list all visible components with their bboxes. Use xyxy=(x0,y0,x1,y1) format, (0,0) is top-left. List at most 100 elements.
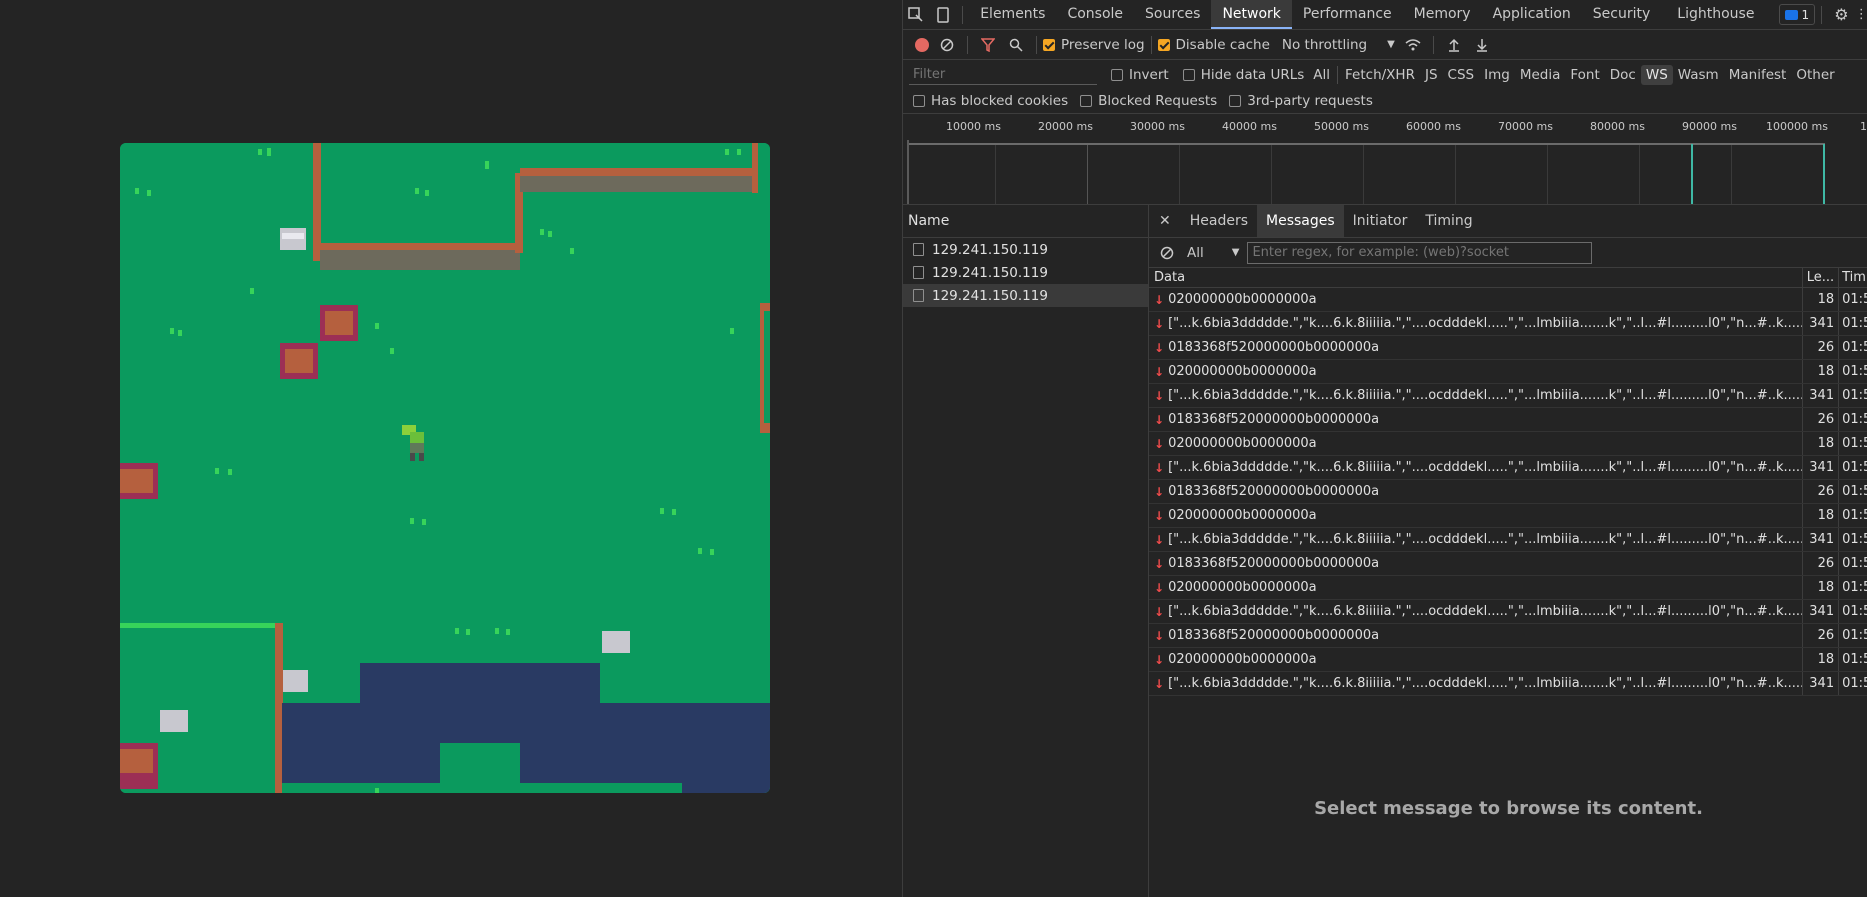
timeline-selection[interactable] xyxy=(907,143,1825,145)
message-row[interactable]: ↓0183368f520000000b0000000a2601:5 xyxy=(1149,408,1867,432)
filter-type-css[interactable]: CSS xyxy=(1443,65,1480,85)
tab-messages[interactable]: Messages xyxy=(1257,205,1344,237)
chevron-down-icon[interactable]: ▼ xyxy=(1387,39,1395,50)
message-data: ↓ 0183368f520000000b0000000a xyxy=(1149,408,1804,431)
issues-badge[interactable]: 1 xyxy=(1779,4,1816,25)
throttling-select[interactable]: No throttling xyxy=(1282,37,1367,53)
request-row[interactable]: 129.241.150.119 xyxy=(903,261,1148,284)
tab-console[interactable]: Console xyxy=(1056,0,1134,29)
message-icon xyxy=(1785,9,1799,20)
network-conditions-icon[interactable] xyxy=(1399,31,1427,59)
filter-type-js[interactable]: JS xyxy=(1420,65,1443,85)
more-options-icon[interactable]: ⋮ xyxy=(1855,1,1867,29)
timeline-tick: 30000 ms xyxy=(1130,120,1185,133)
filter-input[interactable] xyxy=(909,64,1097,85)
chevron-down-icon[interactable]: ▼ xyxy=(1232,247,1240,258)
message-row[interactable]: ↓ ["...k.6bia3ddddde.","k....6.k.8iiiiia.… xyxy=(1149,312,1867,336)
timeline-tick: 50000 ms xyxy=(1314,120,1369,133)
filter-type-all[interactable]: All xyxy=(1308,65,1335,85)
tab-network[interactable]: Network xyxy=(1211,0,1292,29)
third-party-requests-checkbox[interactable] xyxy=(1229,95,1242,107)
message-time: 01:5 xyxy=(1842,556,1867,571)
arrow-down-icon: ↓ xyxy=(1154,460,1165,475)
tab-security[interactable]: Security xyxy=(1582,0,1662,29)
message-row[interactable]: ↓0183368f520000000b0000000a2601:5 xyxy=(1149,552,1867,576)
message-data: ↓ 0183368f520000000b0000000a xyxy=(1149,552,1804,575)
name-column-header[interactable]: Name xyxy=(903,205,1148,238)
message-row[interactable]: ↓020000000b0000000a1801:5 xyxy=(1149,504,1867,528)
filter-type-font[interactable]: Font xyxy=(1565,65,1604,85)
messages-table-header: Data Le... Tim xyxy=(1149,268,1867,288)
arrow-down-icon: ↓ xyxy=(1154,412,1165,427)
has-blocked-cookies-checkbox[interactable] xyxy=(913,95,925,107)
websocket-file-icon xyxy=(913,289,924,302)
tab-initiator[interactable]: Initiator xyxy=(1344,205,1417,237)
tab-timing[interactable]: Timing xyxy=(1416,205,1481,237)
message-row[interactable]: ↓ ["...k.6bia3ddddde.","k....6.k.8iiiiia.… xyxy=(1149,528,1867,552)
tab-elements[interactable]: Elements xyxy=(969,0,1056,29)
arrow-down-icon: ↓ xyxy=(1154,676,1165,691)
has-blocked-cookies-label: Has blocked cookies xyxy=(931,93,1069,109)
message-row[interactable]: ↓ ["...k.6bia3ddddde.","k....6.k.8iiiiia.… xyxy=(1149,600,1867,624)
tab-lighthouse[interactable]: Lighthouse xyxy=(1661,0,1765,29)
invert-checkbox[interactable] xyxy=(1111,68,1123,81)
message-row[interactable]: ↓ ["...k.6bia3ddddde.","k....6.k.8iiiiia.… xyxy=(1149,384,1867,408)
export-har-icon[interactable] xyxy=(1468,31,1496,59)
game-canvas[interactable] xyxy=(120,143,770,793)
close-icon[interactable]: ✕ xyxy=(1149,205,1181,237)
filter-type-other[interactable]: Other xyxy=(1791,65,1839,85)
clear-messages-icon[interactable] xyxy=(1153,239,1181,267)
arrow-down-icon: ↓ xyxy=(1154,628,1165,643)
message-time: 01:5 xyxy=(1842,388,1867,403)
tab-application[interactable]: Application xyxy=(1482,0,1582,29)
message-length: 341 xyxy=(1803,384,1840,407)
inspect-element-icon[interactable] xyxy=(903,1,930,29)
issues-count: 1 xyxy=(1801,7,1810,22)
hide-data-urls-checkbox[interactable] xyxy=(1182,68,1195,81)
blocked-requests-checkbox[interactable] xyxy=(1080,95,1093,107)
record-button[interactable] xyxy=(915,37,929,52)
gear-icon[interactable]: ⚙ xyxy=(1828,1,1855,29)
filter-type-media[interactable]: Media xyxy=(1515,65,1566,85)
tab-performance[interactable]: Performance xyxy=(1292,0,1403,29)
tab-memory[interactable]: Memory xyxy=(1403,0,1482,29)
message-row[interactable]: ↓020000000b0000000a1801:5 xyxy=(1149,432,1867,456)
message-data: ↓ ["...k.6bia3ddddde.","k....6.k.8iiiiia.… xyxy=(1149,456,1804,479)
data-column-header[interactable]: Data xyxy=(1149,268,1804,287)
request-list: Name 129.241.150.119 129.241.150.119 129… xyxy=(903,205,1149,897)
message-row[interactable]: ↓020000000b0000000a1801:5 xyxy=(1149,360,1867,384)
filter-type-ws[interactable]: WS xyxy=(1640,64,1673,85)
clear-icon[interactable] xyxy=(933,31,961,59)
tab-headers[interactable]: Headers xyxy=(1181,205,1257,237)
timeline-handle-left[interactable] xyxy=(907,140,909,204)
request-row-selected[interactable]: 129.241.150.119 xyxy=(903,284,1148,307)
preserve-log-checkbox[interactable] xyxy=(1043,38,1055,51)
message-type-select[interactable]: All xyxy=(1187,245,1204,261)
message-row[interactable]: ↓0183368f520000000b0000000a2601:5 xyxy=(1149,336,1867,360)
tab-sources[interactable]: Sources xyxy=(1134,0,1211,29)
message-row[interactable]: ↓020000000b0000000a1801:5 xyxy=(1149,576,1867,600)
length-column-header[interactable]: Le... xyxy=(1803,268,1840,287)
message-row[interactable]: ↓ ["...k.6bia3ddddde.","k....6.k.8iiiiia.… xyxy=(1149,456,1867,480)
message-row[interactable]: ↓0183368f520000000b0000000a2601:5 xyxy=(1149,480,1867,504)
request-row[interactable]: 129.241.150.119 xyxy=(903,238,1148,261)
device-toolbar-icon[interactable] xyxy=(930,1,957,29)
filter-type-img[interactable]: Img xyxy=(1479,65,1515,85)
time-column-header[interactable]: Tim xyxy=(1839,268,1867,287)
regex-filter-input[interactable] xyxy=(1247,241,1593,264)
search-icon[interactable] xyxy=(1002,31,1030,59)
message-row[interactable]: ↓ ["...k.6bia3ddddde.","k....6.k.8iiiiia.… xyxy=(1149,672,1867,696)
message-row[interactable]: ↓0183368f520000000b0000000a2601:5 xyxy=(1149,624,1867,648)
timeline-overview[interactable]: 10000 ms 20000 ms 30000 ms 40000 ms 5000… xyxy=(903,114,1867,205)
filter-type-fetch-xhr[interactable]: Fetch/XHR xyxy=(1340,65,1420,85)
filter-icon[interactable] xyxy=(974,31,1002,59)
message-row[interactable]: ↓020000000b0000000a1801:5 xyxy=(1149,288,1867,312)
filter-type-wasm[interactable]: Wasm xyxy=(1673,65,1724,85)
disable-cache-checkbox[interactable] xyxy=(1157,38,1170,51)
message-time: 01:5 xyxy=(1842,412,1867,427)
toolbar-divider xyxy=(967,35,968,54)
message-row[interactable]: ↓020000000b0000000a1801:5 xyxy=(1149,648,1867,672)
filter-type-manifest[interactable]: Manifest xyxy=(1724,65,1792,85)
filter-type-doc[interactable]: Doc xyxy=(1605,65,1641,85)
import-har-icon[interactable] xyxy=(1440,31,1468,59)
